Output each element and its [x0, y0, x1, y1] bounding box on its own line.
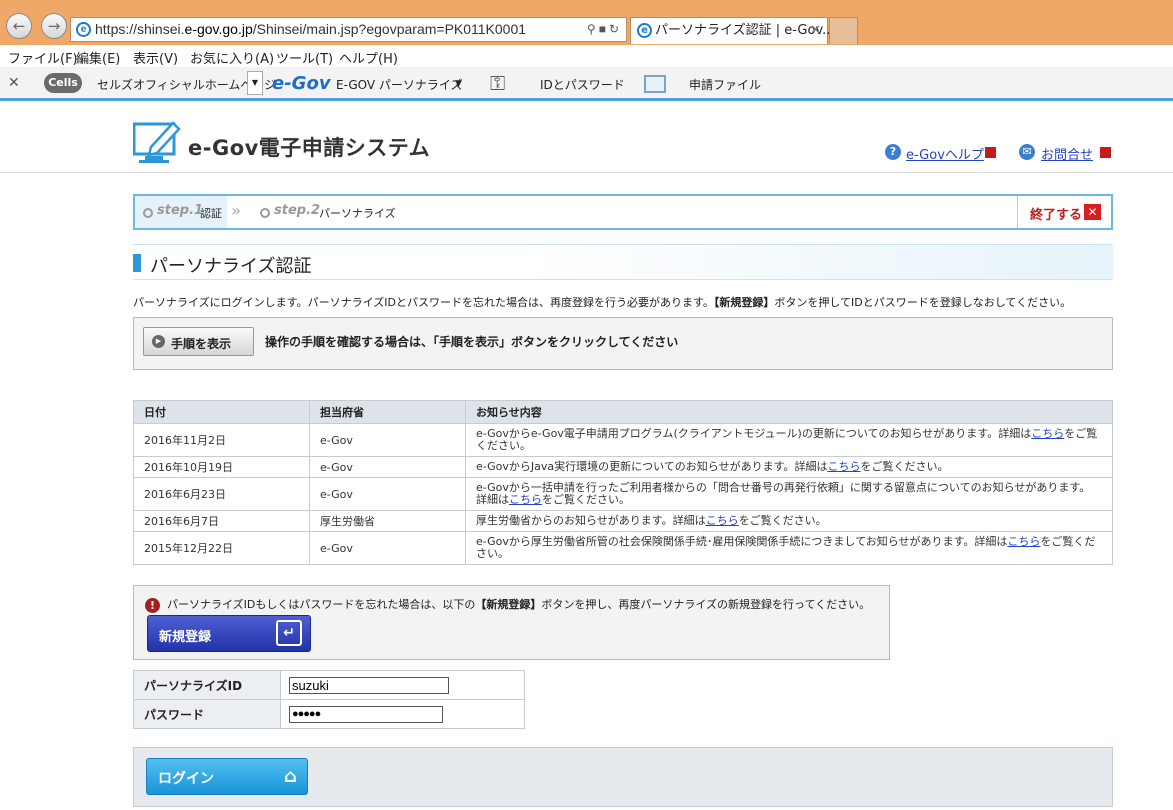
- menu-bar: ファイル(F) 編集(E) 表示(V) お気に入り(A) ツール(T) ヘルプ(…: [0, 45, 1173, 67]
- url-prefix: https://shinsei.: [95, 21, 185, 37]
- menu-edit[interactable]: 編集(E): [76, 48, 120, 67]
- table-row: 2016年6月7日 厚生労働省 厚生労働省からのお知らせがあります。詳細はこちら…: [133, 510, 1113, 532]
- register-button[interactable]: 新規登録 ↵: [147, 615, 311, 652]
- news-header-date: 日付: [133, 400, 310, 424]
- forward-button[interactable]: →: [41, 13, 67, 39]
- step-dot-icon: [260, 208, 270, 218]
- search-icon[interactable]: ⚲: [587, 22, 599, 36]
- personalize-id-label: パーソナライズID: [133, 670, 281, 700]
- table-row: 2016年6月23日 e-Gov e-Govから一括申請を行ったご利用者様からの…: [133, 477, 1113, 511]
- menu-file[interactable]: ファイル(F): [8, 48, 78, 67]
- favorite-application-file[interactable]: 申請ファイル: [689, 76, 761, 93]
- page-title-bar: パーソナライズ認証: [133, 244, 1113, 280]
- end-button[interactable]: 終了する ✕: [1017, 196, 1111, 228]
- login-button[interactable]: ログイン ⌂: [146, 758, 308, 795]
- news-table: 日付 担当府省 お知らせ内容 2016年11月2日 e-Gov e-Govからe…: [133, 400, 1113, 565]
- close-icon: ✕: [1084, 204, 1101, 220]
- page-title: パーソナライズ認証: [150, 256, 312, 277]
- step2-label: パーソナライズ: [319, 207, 396, 220]
- browser-titlebar: ← → e https://shinsei.e-gov.go.jp/Shinse…: [0, 0, 1173, 45]
- key-icon: ⚿: [490, 71, 506, 95]
- menu-view[interactable]: 表示(V): [133, 48, 178, 67]
- lock-icon[interactable]: ■: [599, 22, 609, 36]
- page-content: e-Gov電子申請システム ? e-Govヘルプ ✉ お問合せ step.1 認…: [0, 104, 1173, 810]
- favorites-bar: ✕ Cells セルズオフィシャルホームページ ▼ e-Gov E-GOV パー…: [0, 67, 1173, 101]
- close-icon[interactable]: ✕: [810, 18, 821, 44]
- step-dot-icon: [143, 208, 153, 218]
- egov-logo[interactable]: e-Gov: [272, 73, 331, 94]
- intro-text: パーソナライズにログインします。パーソナライズIDとパスワードを忘れた場合は、再…: [133, 296, 1072, 309]
- step-bar: step.1 認証 ›› step.2 パーソナライズ 終了する ✕: [133, 194, 1113, 230]
- new-tab-button[interactable]: [829, 17, 858, 44]
- password-input[interactable]: [289, 705, 443, 723]
- menu-help[interactable]: ヘルプ(H): [339, 48, 398, 67]
- show-steps-label: 手順を表示: [171, 337, 232, 351]
- favorite-egov[interactable]: E-GOV パーソナライズ: [336, 76, 463, 93]
- external-link-icon: [985, 147, 996, 158]
- login-button-label: ログイン: [158, 771, 214, 787]
- chevron-down-icon[interactable]: ▼: [247, 71, 263, 95]
- menu-favorites[interactable]: お気に入り(A): [190, 48, 274, 67]
- detail-link[interactable]: こちら: [509, 493, 542, 506]
- show-steps-button[interactable]: ▶ 手順を表示: [143, 327, 254, 356]
- news-header-content: お知らせ内容: [465, 400, 1113, 424]
- detail-link[interactable]: こちら: [1007, 535, 1040, 548]
- help-icon: ?: [885, 144, 901, 160]
- add-user-icon: ↵: [276, 620, 302, 646]
- register-button-label: 新規登録: [159, 630, 212, 645]
- table-row: パスワード: [133, 699, 525, 729]
- step-current: step.1 認証: [135, 196, 227, 228]
- favorite-id-password[interactable]: IDとパスワード: [540, 76, 625, 93]
- contact-link[interactable]: お問合せ: [1041, 144, 1093, 163]
- table-row: パーソナライズID: [133, 670, 525, 700]
- book-icon: [644, 75, 666, 93]
- step1-number: step.1: [157, 203, 204, 218]
- personalize-id-input[interactable]: [289, 676, 449, 694]
- end-label: 終了する: [1030, 208, 1083, 223]
- howto-panel: ▶ 手順を表示 操作の手順を確認する場合は、「手順を表示」ボタンをクリックしてく…: [133, 317, 1113, 370]
- home-icon: ⌂: [284, 766, 297, 787]
- refresh-icon[interactable]: ↻: [609, 22, 622, 36]
- address-actions[interactable]: ⚲■↻: [587, 18, 622, 41]
- ie-icon: e: [637, 23, 652, 38]
- step1-label: 認証: [200, 207, 222, 220]
- login-panel: ログイン ⌂: [133, 747, 1113, 807]
- register-notice-text: パーソナライズIDもしくはパスワードを忘れた場合は、以下の【新規登録】ボタンを押…: [167, 598, 871, 611]
- mail-icon: ✉: [1019, 144, 1035, 160]
- detail-link[interactable]: こちら: [1031, 427, 1064, 440]
- header-divider: [0, 172, 1173, 173]
- step2-number: step.2: [274, 203, 321, 218]
- detail-link[interactable]: こちら: [706, 514, 739, 527]
- news-header-ministry: 担当府省: [309, 400, 466, 424]
- egov-help-link[interactable]: e-Govヘルプ: [906, 144, 984, 163]
- monitor-pen-icon: [133, 121, 181, 163]
- howto-message: 操作の手順を確認する場合は、「手順を表示」ボタンをクリックしてください: [265, 335, 679, 349]
- tab-title: パーソナライズ認証 | e-Gov...: [655, 23, 835, 38]
- table-row: 2015年12月22日 e-Gov e-Govから厚生労働省所管の社会保険関係手…: [133, 531, 1113, 565]
- play-icon: ▶: [152, 335, 165, 348]
- password-label: パスワード: [133, 699, 281, 729]
- step-arrow-icon: ››: [231, 201, 241, 220]
- ie-icon: e: [76, 22, 91, 37]
- external-link-icon: [1100, 147, 1111, 158]
- chevron-down-icon[interactable]: ▼: [455, 79, 462, 89]
- detail-link[interactable]: こちら: [828, 460, 861, 473]
- register-notice-panel: ! パーソナライズIDもしくはパスワードを忘れた場合は、以下の【新規登録】ボタン…: [133, 585, 890, 660]
- url-path: /Shinsei/main.jsp?egovparam=PK011K0001: [252, 21, 527, 37]
- cells-logo[interactable]: Cells: [44, 73, 82, 93]
- news-header-row: 日付 担当府省 お知らせ内容: [133, 400, 1113, 424]
- close-icon[interactable]: ✕: [8, 75, 20, 91]
- address-bar[interactable]: e https://shinsei.e-gov.go.jp/Shinsei/ma…: [70, 17, 627, 42]
- table-row: 2016年10月19日 e-Gov e-GovからJava実行環境の更新について…: [133, 456, 1113, 478]
- title-accent: [133, 254, 141, 272]
- url-domain: e-gov.go.jp: [184, 21, 253, 37]
- site-logo-text: e-Gov電子申請システム: [188, 136, 431, 160]
- warning-icon: !: [145, 598, 160, 613]
- back-button[interactable]: ←: [6, 13, 32, 39]
- login-form: パーソナライズID パスワード: [133, 670, 525, 729]
- browser-tab[interactable]: e パーソナライズ認証 | e-Gov... ✕: [630, 17, 835, 44]
- table-row: 2016年11月2日 e-Gov e-Govからe-Gov電子申請用プログラム(…: [133, 423, 1113, 457]
- menu-tools[interactable]: ツール(T): [276, 48, 333, 67]
